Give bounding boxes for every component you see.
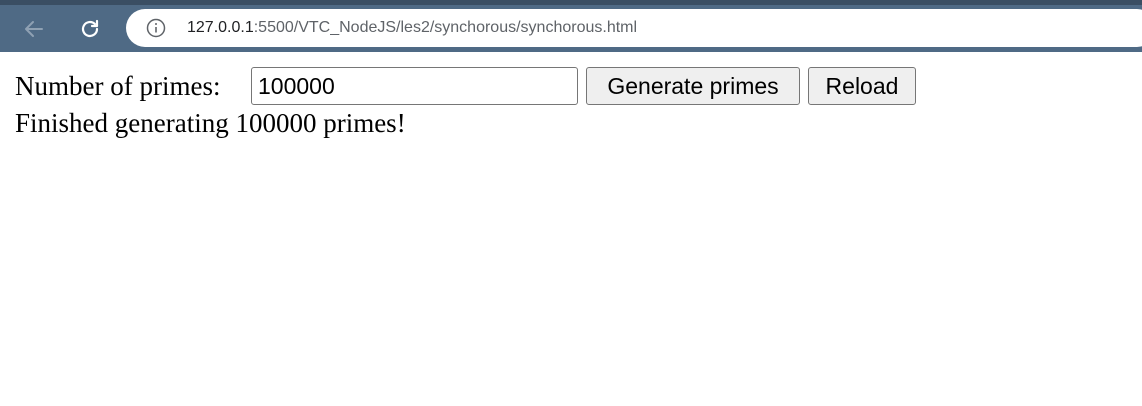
info-icon[interactable] — [146, 18, 166, 38]
url-path: :5500/VTC_NodeJS/les2/synchorous/synchor… — [253, 19, 638, 36]
reload-button[interactable]: Reload — [808, 67, 916, 105]
status-message: Finished generating 100000 primes! — [15, 108, 406, 138]
number-of-primes-label: Number of primes: — [15, 71, 221, 101]
address-bar[interactable]: 127.0.0.1:5500/VTC_NodeJS/les2/synchorou… — [126, 9, 1142, 47]
generate-primes-button[interactable]: Generate primes — [586, 67, 800, 105]
url-text[interactable]: 127.0.0.1:5500/VTC_NodeJS/les2/synchorou… — [187, 9, 637, 47]
page-content: Number of primes: Generate primes Reload… — [0, 52, 1142, 406]
reload-page-button[interactable] — [72, 11, 108, 47]
arrow-left-icon — [25, 21, 43, 37]
url-host: 127.0.0.1 — [187, 19, 254, 36]
prime-count-input[interactable] — [251, 67, 578, 105]
browser-toolbar: 127.0.0.1:5500/VTC_NodeJS/les2/synchorou… — [0, 0, 1142, 52]
reload-icon — [81, 19, 99, 38]
back-button[interactable] — [16, 11, 52, 47]
